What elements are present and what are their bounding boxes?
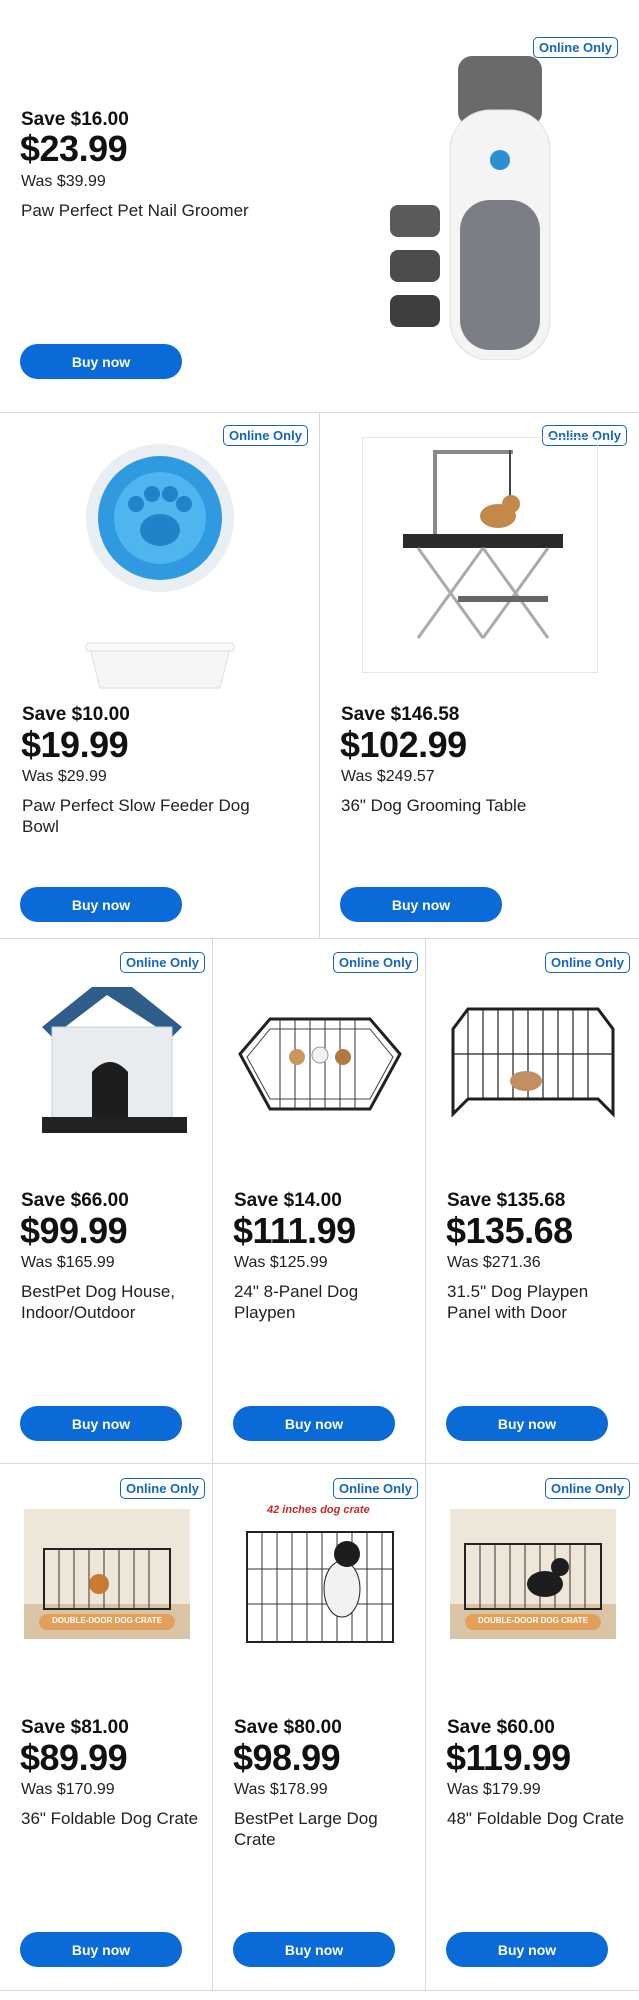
product-card-playpen-door[interactable]: Online Only Save $135.68 $135.68 Was $27… bbox=[426, 939, 639, 1463]
product-card-playpen[interactable]: Online Only Save $14.00 $111.99 Was $125… bbox=[213, 939, 425, 1463]
product-name: 36" Foldable Dog Crate bbox=[21, 1809, 199, 1828]
product-card-foldable-crate[interactable]: Online Only DOUBLE-DOOR DOG CRATE Save $… bbox=[0, 1464, 212, 1990]
save-amount: Save $80.00 bbox=[234, 1717, 342, 1738]
sale-price: $89.99 bbox=[20, 1737, 128, 1778]
buy-now-button[interactable]: Buy now bbox=[20, 887, 182, 922]
slow-feeder-bowl-icon[interactable] bbox=[80, 438, 240, 698]
was-price: Was $39.99 bbox=[21, 173, 106, 190]
online-only-badge: Online Only bbox=[120, 1478, 205, 1499]
product-card-nail-groomer[interactable]: Online Only Save $16.00 $23.99 Was $39.9… bbox=[0, 0, 639, 412]
save-amount: Save $60.00 bbox=[447, 1717, 555, 1738]
foldable-crate-icon[interactable]: DOUBLE-DOOR DOG CRATE bbox=[24, 1509, 190, 1639]
crate-banner: DOUBLE-DOOR DOG CRATE bbox=[51, 1616, 163, 1625]
product-card-slow-feeder[interactable]: Online Only Save $10.00 $19.99 Was $29.9… bbox=[0, 413, 319, 938]
was-price: Was $165.99 bbox=[21, 1254, 115, 1271]
buy-now-button[interactable]: Buy now bbox=[233, 1406, 395, 1441]
sale-price: $119.99 bbox=[446, 1737, 571, 1778]
product-card-foldable-crate-48[interactable]: Online Only DOUBLE-DOOR DOG CRATE Save $… bbox=[426, 1464, 639, 1990]
product-name: BestPet Large Dog Crate bbox=[234, 1809, 378, 1849]
online-only-badge: Online Only bbox=[120, 952, 205, 973]
nail-groomer-icon[interactable] bbox=[390, 50, 570, 361]
sale-price: $99.99 bbox=[20, 1210, 128, 1251]
crate-banner: DOUBLE-DOOR DOG CRATE bbox=[477, 1616, 589, 1625]
grooming-table-icon[interactable] bbox=[362, 437, 598, 673]
buy-now-button[interactable]: Buy now bbox=[446, 1406, 608, 1441]
was-price: Was $179.99 bbox=[447, 1781, 541, 1798]
buy-now-button[interactable]: Buy now bbox=[446, 1932, 608, 1967]
online-only-badge: Online Only bbox=[333, 1478, 418, 1499]
was-price: Was $170.99 bbox=[21, 1781, 115, 1798]
product-name: 36" Dog Grooming Table bbox=[341, 796, 527, 815]
buy-now-button[interactable]: Buy now bbox=[340, 887, 502, 922]
dog-house-icon[interactable] bbox=[22, 987, 192, 1137]
save-amount: Save $66.00 bbox=[21, 1190, 129, 1211]
buy-now-button[interactable]: Buy now bbox=[20, 344, 182, 379]
was-price: Was $29.99 bbox=[22, 768, 107, 785]
online-only-badge: Online Only bbox=[545, 1478, 630, 1499]
product-card-grooming-table[interactable]: Online Only Save $146.58 $102.99 Was $24… bbox=[320, 413, 639, 938]
sale-price: $111.99 bbox=[233, 1210, 356, 1251]
playpen-icon[interactable] bbox=[235, 999, 405, 1129]
large-crate-icon[interactable]: 42 inches dog crate bbox=[237, 1504, 403, 1654]
save-amount: Save $135.68 bbox=[447, 1190, 566, 1211]
sale-price: $135.68 bbox=[446, 1210, 573, 1251]
sale-price: $19.99 bbox=[21, 724, 129, 765]
product-card-dog-house[interactable]: Online Only Save $66.00 $99.99 Was $165.… bbox=[0, 939, 212, 1463]
product-name: 48" Foldable Dog Crate bbox=[447, 1809, 625, 1828]
sale-price: $23.99 bbox=[20, 128, 128, 169]
save-amount: Save $10.00 bbox=[22, 704, 130, 725]
buy-now-button[interactable]: Buy now bbox=[20, 1932, 182, 1967]
buy-now-button[interactable]: Buy now bbox=[233, 1932, 395, 1967]
product-name: 31.5" Dog Playpen Panel with Door bbox=[447, 1282, 589, 1322]
foldable-crate-48-icon[interactable]: DOUBLE-DOOR DOG CRATE bbox=[450, 1509, 616, 1639]
product-name: Paw Perfect Pet Nail Groomer bbox=[21, 201, 249, 220]
buy-now-button[interactable]: Buy now bbox=[20, 1406, 182, 1441]
product-card-large-crate[interactable]: Online Only 42 inches dog crate Save $80… bbox=[213, 1464, 425, 1990]
was-price: Was $178.99 bbox=[234, 1781, 328, 1798]
sale-price: $102.99 bbox=[340, 724, 467, 765]
sale-price: $98.99 bbox=[233, 1737, 341, 1778]
was-price: Was $249.57 bbox=[341, 768, 435, 785]
was-price: Was $125.99 bbox=[234, 1254, 328, 1271]
save-amount: Save $14.00 bbox=[234, 1190, 342, 1211]
playpen-door-icon[interactable] bbox=[448, 999, 618, 1129]
was-price: Was $271.36 bbox=[447, 1254, 541, 1271]
online-only-badge: Online Only bbox=[545, 952, 630, 973]
online-only-badge: Online Only bbox=[333, 952, 418, 973]
product-name: 24" 8-Panel Dog Playpen bbox=[234, 1282, 359, 1322]
save-amount: Save $81.00 bbox=[21, 1717, 129, 1738]
save-amount: Save $146.58 bbox=[341, 704, 460, 725]
product-name: BestPet Dog House, Indoor/Outdoor bbox=[21, 1282, 176, 1322]
product-name: Paw Perfect Slow Feeder Dog Bowl bbox=[22, 796, 250, 836]
